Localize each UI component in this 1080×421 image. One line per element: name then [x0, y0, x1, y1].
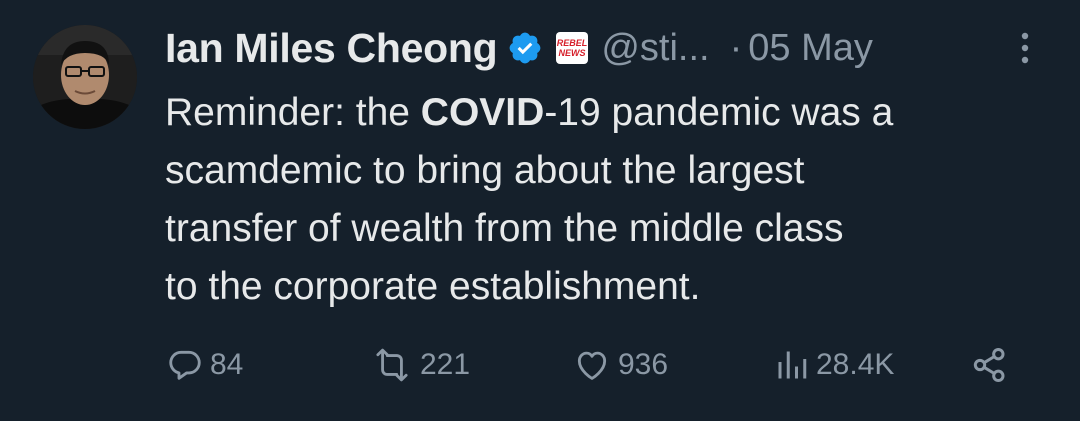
reply-count: 84 [210, 348, 244, 381]
views-button[interactable]: 28.4K [774, 340, 894, 390]
tweet-line-1: Reminder: the COVID-19 pandemic was a [165, 84, 1055, 142]
reply-button[interactable]: 84 [166, 340, 243, 390]
tweet-header: Ian Miles Cheong REBEL NEWS @sti... · 05… [165, 20, 873, 76]
repost-count: 221 [420, 348, 471, 381]
avatar[interactable] [33, 25, 137, 129]
more-options-icon[interactable] [1010, 26, 1040, 70]
tweet-line-3: transfer of wealth from the middle class [165, 207, 844, 250]
author-name[interactable]: Ian Miles Cheong [165, 25, 498, 72]
tweet-line-1-bold: COVID [420, 91, 545, 134]
author-handle[interactable]: @sti... [601, 27, 709, 70]
share-icon [970, 345, 1010, 385]
tweet-line-2: scamdemic to bring about the largest [165, 149, 805, 192]
tweet-line-1-a: Reminder: the [165, 91, 421, 134]
tweet-line-4: to the corporate establishment. [165, 265, 701, 308]
tweet-text: Reminder: the COVID-19 pandemic was a sc… [165, 84, 1055, 316]
separator-dot: · [729, 26, 743, 69]
like-button[interactable]: 936 [572, 340, 668, 390]
views-count: 28.4K [816, 348, 895, 381]
share-button[interactable] [970, 340, 1010, 390]
tweet-line-1-b: -19 pandemic was a [544, 91, 894, 134]
repost-button[interactable]: 221 [370, 340, 470, 390]
verified-badge-icon[interactable] [507, 30, 543, 66]
tweet-date[interactable]: 05 May [748, 27, 873, 70]
tweet[interactable]: Ian Miles Cheong REBEL NEWS @sti... · 05… [0, 0, 1080, 421]
rebel-news-badge-icon[interactable]: REBEL NEWS [555, 31, 589, 65]
repost-icon [370, 346, 414, 384]
badge-text-bottom: NEWS [559, 48, 586, 58]
reply-icon [166, 346, 204, 384]
views-icon [774, 346, 810, 384]
badge-text-top: REBEL [557, 38, 588, 48]
action-bar: 84 221 936 28.4K [0, 340, 1080, 390]
like-count: 936 [618, 348, 669, 381]
like-icon [572, 346, 612, 384]
